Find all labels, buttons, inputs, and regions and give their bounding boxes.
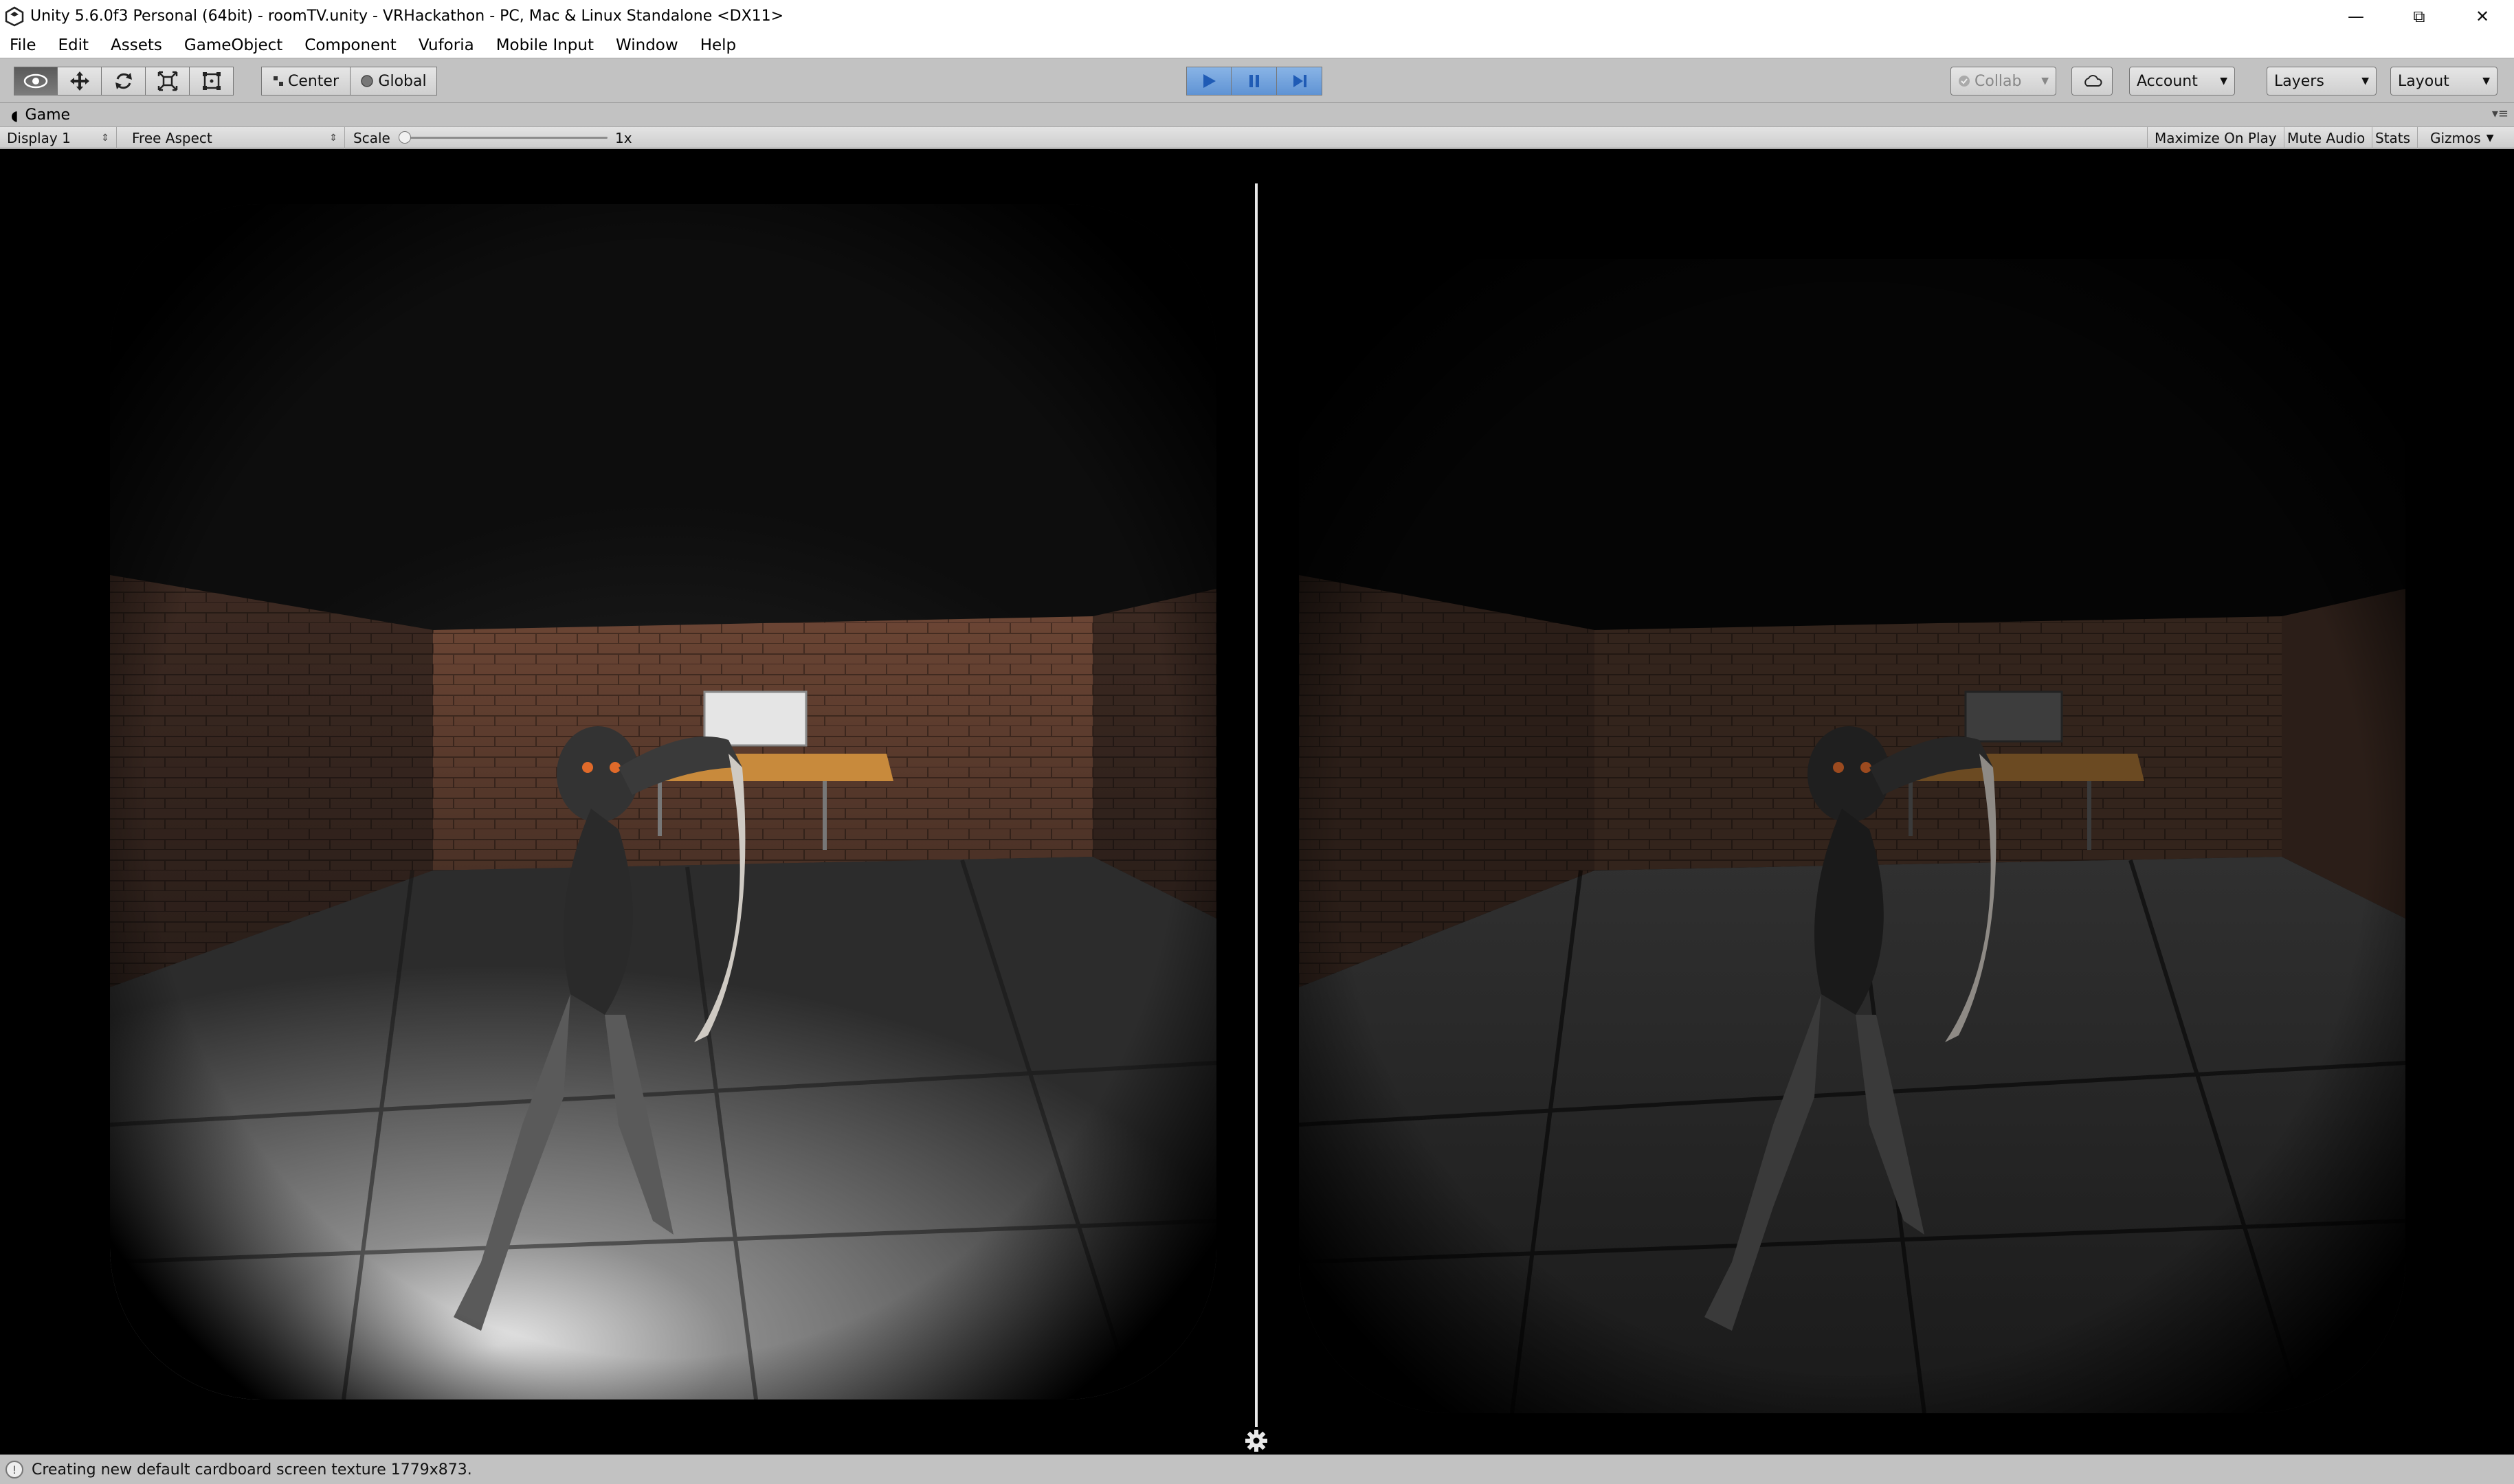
- cloud-group: [2071, 67, 2113, 95]
- menu-help[interactable]: Help: [691, 36, 748, 54]
- scale-value: 1x: [608, 127, 639, 148]
- updown-icon: ⇕: [101, 132, 109, 144]
- scale-tool-button[interactable]: [146, 67, 190, 95]
- gear-icon[interactable]: [1244, 1428, 1269, 1453]
- game-tab[interactable]: ◖ Game ▾≡: [0, 104, 2514, 127]
- menu-component[interactable]: Component: [295, 36, 409, 54]
- layers-group: Layers ▼: [2267, 67, 2377, 95]
- chevron-down-icon: ▼: [2041, 76, 2049, 87]
- chevron-down-icon: ▼: [2220, 76, 2227, 87]
- mute-audio-label: Mute Audio: [2287, 129, 2366, 146]
- pause-icon: [1249, 75, 1259, 87]
- chevron-down-icon: ▼: [2486, 132, 2494, 144]
- game-tab-label: Game: [25, 106, 71, 124]
- gizmos-label: Gizmos: [2430, 129, 2481, 146]
- restore-button[interactable]: ⧉: [2388, 0, 2451, 32]
- cloud-button[interactable]: [2071, 67, 2113, 95]
- layout-label: Layout: [2398, 72, 2449, 90]
- vr-divider-line: [1255, 183, 1258, 1427]
- updown-icon: ⇕: [329, 132, 337, 144]
- status-bar: ! Creating new default cardboard screen …: [0, 1454, 2514, 1484]
- scale-label: Scale: [353, 129, 390, 146]
- maximize-on-play-label: Maximize On Play: [2155, 129, 2277, 146]
- pivot-icon: [273, 76, 283, 86]
- game-view-toolbar: Display 1 ⇕ Free Aspect ⇕ Scale 1x Maxim…: [0, 127, 2514, 148]
- playback-controls: [1186, 67, 1322, 95]
- rotate-tool-button[interactable]: [102, 67, 146, 95]
- window-title-bar: Unity 5.6.0f3 Personal (64bit) - roomTV.…: [0, 0, 2514, 32]
- account-dropdown[interactable]: Account ▼: [2129, 67, 2235, 95]
- scale-slider-track[interactable]: [401, 137, 608, 139]
- chevron-down-icon: ▼: [2482, 76, 2490, 87]
- collab-dropdown[interactable]: Collab ▼: [1950, 67, 2056, 95]
- tab-menu-icon[interactable]: ▾≡: [2492, 106, 2509, 121]
- game-icon: ◖: [11, 106, 19, 124]
- collab-label: Collab: [1975, 72, 2022, 90]
- scale-icon: [157, 71, 177, 91]
- info-icon: !: [5, 1461, 23, 1479]
- stats-toggle[interactable]: Stats: [2368, 127, 2418, 148]
- pivot-toggles: Center Global: [261, 67, 437, 95]
- eye-icon: [23, 74, 48, 89]
- status-message[interactable]: Creating new default cardboard screen te…: [32, 1461, 472, 1479]
- main-toolbar: Center Global Collab ▼ Account ▼ Layers …: [0, 58, 2514, 103]
- step-icon: [1293, 75, 1306, 87]
- layout-group: Layout ▼: [2390, 67, 2498, 95]
- layers-label: Layers: [2274, 72, 2324, 90]
- account-label: Account: [2137, 72, 2198, 90]
- menu-file[interactable]: File: [0, 36, 49, 54]
- minimize-button[interactable]: —: [2324, 0, 2388, 32]
- rect-tool-button[interactable]: [190, 67, 234, 95]
- stats-label: Stats: [2375, 129, 2411, 146]
- account-group: Account ▼: [2129, 67, 2235, 95]
- window-title: Unity 5.6.0f3 Personal (64bit) - roomTV.…: [30, 8, 784, 25]
- aspect-label: Free Aspect: [132, 129, 212, 146]
- mute-audio-toggle[interactable]: Mute Audio: [2280, 127, 2373, 148]
- rect-icon: [202, 72, 221, 90]
- globe-icon: [361, 75, 374, 87]
- check-icon: [1959, 76, 1970, 87]
- layers-dropdown[interactable]: Layers ▼: [2267, 67, 2377, 95]
- menu-window[interactable]: Window: [606, 36, 691, 54]
- rotate-icon: [115, 73, 132, 89]
- maximize-on-play-toggle[interactable]: Maximize On Play: [2147, 127, 2284, 148]
- pause-button[interactable]: [1232, 67, 1277, 95]
- layout-dropdown[interactable]: Layout ▼: [2390, 67, 2498, 95]
- menu-mobile-input[interactable]: Mobile Input: [487, 36, 606, 54]
- menu-bar: File Edit Assets GameObject Component Vu…: [0, 32, 2514, 58]
- minimize-icon: —: [2348, 6, 2364, 26]
- chevron-down-icon: ▼: [2361, 76, 2369, 87]
- unity-logo-icon: [5, 6, 24, 26]
- hand-tool-button[interactable]: [14, 67, 58, 95]
- aspect-select[interactable]: Free Aspect ⇕: [125, 127, 345, 148]
- menu-edit[interactable]: Edit: [49, 36, 102, 54]
- collab-group: Collab ▼: [1950, 67, 2056, 95]
- global-local-button[interactable]: Global: [351, 67, 437, 95]
- display-select[interactable]: Display 1 ⇕: [0, 127, 117, 148]
- step-button[interactable]: [1277, 67, 1322, 95]
- pivot-label: Center: [287, 72, 340, 90]
- play-icon: [1203, 74, 1216, 88]
- game-viewport[interactable]: [0, 149, 2514, 1454]
- pivot-center-button[interactable]: Center: [261, 67, 351, 95]
- gizmos-dropdown[interactable]: Gizmos ▼: [2423, 127, 2500, 148]
- move-tool-button[interactable]: [58, 67, 102, 95]
- scale-value-label: 1x: [615, 129, 632, 146]
- display-label: Display 1: [7, 129, 71, 146]
- scale-slider-handle[interactable]: [399, 131, 411, 144]
- close-button[interactable]: ✕: [2451, 0, 2514, 32]
- move-icon: [69, 71, 89, 91]
- menu-vuforia[interactable]: Vuforia: [409, 36, 487, 54]
- cloud-icon: [2084, 75, 2102, 87]
- play-button[interactable]: [1186, 67, 1232, 95]
- menu-gameobject[interactable]: GameObject: [175, 36, 295, 54]
- space-label: Global: [378, 72, 427, 90]
- close-icon: ✕: [2475, 6, 2490, 26]
- restore-icon: ⧉: [2413, 6, 2425, 26]
- transform-tools: [14, 67, 234, 95]
- menu-assets[interactable]: Assets: [101, 36, 175, 54]
